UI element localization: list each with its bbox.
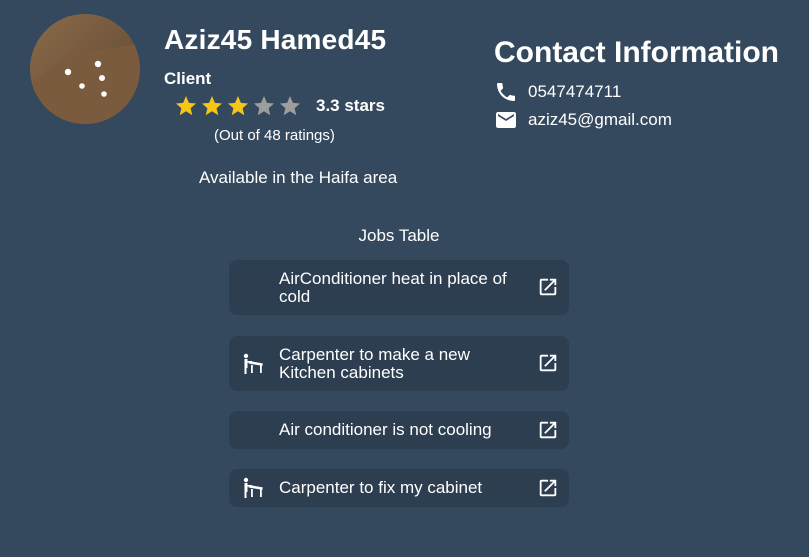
jobs-table-title: Jobs Table	[358, 226, 440, 245]
job-row[interactable]: Carpenter to make a new Kitchen cabinets	[229, 336, 569, 391]
star-empty-icon	[280, 96, 300, 116]
job-row[interactable]: Carpenter to fix my cabinet	[229, 469, 569, 507]
job-row[interactable]: Air conditioner is not cooling	[229, 411, 569, 449]
carpenter-icon	[243, 477, 263, 498]
mail-icon	[496, 112, 516, 128]
avatar	[30, 14, 140, 124]
carpenter-icon	[243, 353, 263, 374]
open-link-icon[interactable]	[537, 276, 559, 298]
profile-name: Aziz45 Hamed45	[164, 24, 387, 55]
job-label: Air conditioner is not cooling	[279, 420, 492, 439]
star-filled-icon	[202, 96, 222, 116]
contact-title: Contact Information	[494, 36, 779, 69]
open-link-icon[interactable]	[537, 352, 559, 374]
ratings-count: (Out of 48 ratings)	[214, 127, 335, 144]
profile-role: Client	[164, 69, 212, 88]
availability-text: Available in the Haifa area	[199, 168, 398, 187]
phone-row: 0547474711	[494, 80, 621, 104]
phone-number: 0547474711	[528, 82, 622, 101]
star-empty-icon	[254, 96, 274, 116]
rating-stars: 3.3 stars	[174, 94, 385, 118]
job-label: AirConditioner heat in place of cold	[279, 269, 507, 306]
job-label: Carpenter to fix my cabinet	[279, 478, 483, 497]
job-row[interactable]: AirConditioner heat in place of cold	[229, 260, 569, 315]
open-link-icon[interactable]	[537, 419, 559, 441]
job-label: Carpenter to make a new Kitchen cabinets	[279, 345, 470, 382]
email-row: aziz45@gmail.com	[494, 108, 672, 132]
open-link-icon[interactable]	[537, 477, 559, 499]
email-address: aziz45@gmail.com	[528, 110, 672, 129]
rating-value: 3.3 stars	[316, 96, 385, 115]
star-filled-icon	[228, 96, 248, 116]
star-filled-icon	[176, 96, 196, 116]
phone-icon	[497, 83, 515, 101]
